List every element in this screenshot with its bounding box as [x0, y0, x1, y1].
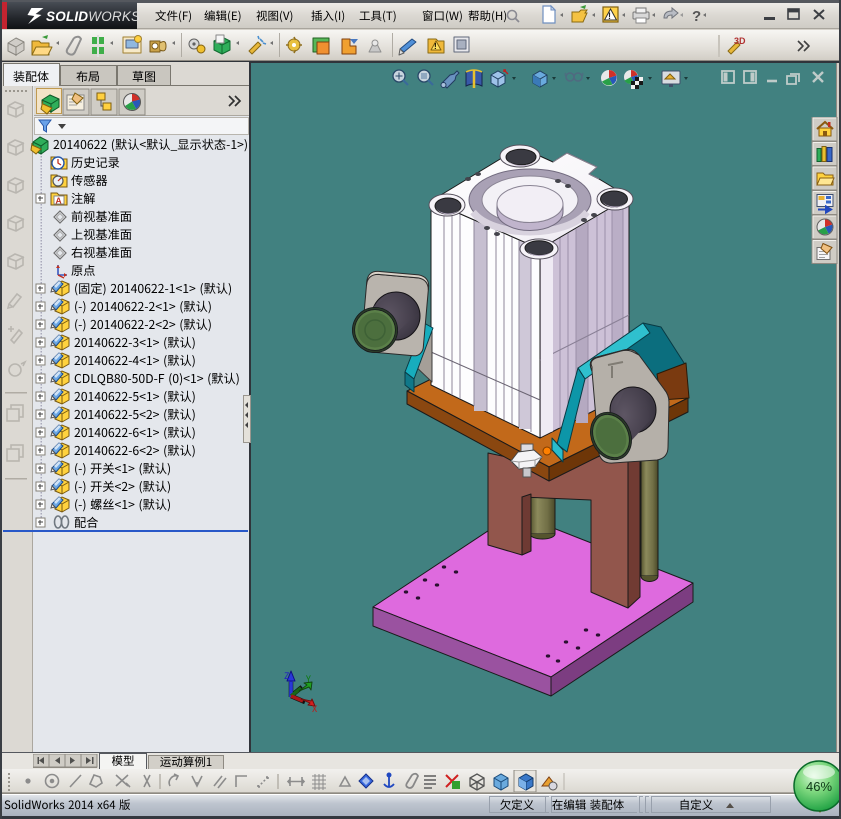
svg-text:46%: 46% [806, 779, 832, 794]
svg-text:3D: 3D [734, 36, 746, 46]
svg-text:!: ! [434, 42, 437, 51]
svg-text:?: ? [692, 8, 701, 25]
svg-text:!: ! [608, 11, 611, 21]
svg-text:A: A [56, 196, 62, 206]
svg-text:SOLIDWORKS: SOLIDWORKS [46, 9, 140, 24]
